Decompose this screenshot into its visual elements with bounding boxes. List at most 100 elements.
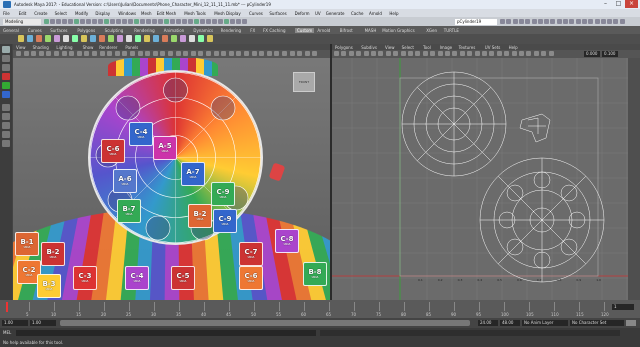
status-tool-icon[interactable] (200, 19, 205, 24)
shelf-tab-surfaces[interactable]: Surfaces (50, 28, 67, 33)
viewport-toolbar-icon[interactable] (152, 51, 158, 56)
shelf-tool-icon[interactable] (18, 35, 24, 42)
status-tool-icon[interactable] (146, 19, 151, 24)
uv-toolbar-icon[interactable] (378, 51, 384, 56)
uv-toolbar-icon[interactable] (437, 51, 443, 56)
viewport-toolbar-icon[interactable] (282, 51, 287, 56)
shelf-tool-icon[interactable] (180, 35, 186, 42)
playback-start-field[interactable]: 1.00 (30, 319, 56, 326)
viewport-toolbar-icon[interactable] (122, 51, 128, 56)
viewport-toolbar-icon[interactable] (107, 51, 113, 56)
viewport-toolbar-icon[interactable] (31, 51, 37, 56)
menu-mesh-display[interactable]: Mesh Display (214, 11, 241, 16)
viewport-toolbar-icon[interactable] (16, 51, 21, 56)
viewport-toolbar-icon[interactable] (54, 51, 59, 56)
uv-toolbar-icon[interactable] (526, 51, 532, 56)
status-tool-icon[interactable] (134, 19, 139, 24)
uv-toolbar-icon[interactable] (511, 51, 517, 56)
status-tool-icon[interactable] (56, 19, 61, 24)
uv-toolbar-icon[interactable] (341, 51, 347, 56)
uv-toolbar-icon[interactable] (482, 51, 487, 56)
shelf-tool-icon[interactable] (117, 35, 123, 42)
prefs-icon[interactable] (626, 319, 636, 326)
viewport-toolbar-icon[interactable] (99, 51, 105, 56)
menu-uv[interactable]: UV (315, 11, 321, 16)
uv-toolbar-icon[interactable] (459, 51, 465, 56)
status-tool-icon[interactable] (212, 19, 217, 24)
uv-toolbar-icon[interactable] (415, 51, 421, 56)
paint-select-icon[interactable] (2, 64, 10, 71)
shelf-tool-icon[interactable] (126, 35, 132, 42)
status-tool-icon[interactable] (116, 19, 121, 24)
viewport-toolbar-icon[interactable] (137, 51, 143, 56)
viewport-toolbar-icon[interactable] (160, 51, 166, 56)
menu-cache[interactable]: Cache (351, 11, 363, 16)
shelf-tab-curves[interactable]: Curves (28, 28, 42, 33)
layout-single-icon[interactable] (2, 104, 10, 111)
uv-toolbar-icon[interactable] (533, 51, 539, 56)
uv-toolbar-icon[interactable] (430, 51, 436, 56)
shelf-tool-icon[interactable] (144, 35, 150, 42)
viewport-toolbar-icon[interactable] (145, 51, 151, 56)
viewport-toolbar-icon[interactable] (304, 51, 310, 56)
scale-tool-icon[interactable] (2, 91, 10, 98)
uv-toolbar-icon[interactable] (541, 51, 547, 56)
viewport-toolbar-icon[interactable] (76, 51, 82, 56)
layout-graph-icon[interactable] (2, 140, 10, 147)
status-tool-icon[interactable] (152, 19, 157, 24)
shelf-tab-motion-graphics[interactable]: Motion Graphics (382, 28, 415, 33)
menu-windows[interactable]: Windows (118, 11, 136, 16)
menu-surfaces[interactable]: Surfaces (269, 11, 286, 16)
perspective-viewport[interactable]: FRONT C-6 UCA C-4 UCA C-9 UCA A-6 UCA A-5 UCA A-7 U… (13, 44, 330, 300)
status-tool-icon[interactable] (44, 19, 49, 24)
viewport-toolbar-icon[interactable] (23, 51, 29, 56)
status-render-icon[interactable] (600, 19, 606, 24)
viewport-toolbar-icon[interactable] (183, 51, 189, 56)
status-render-icon[interactable] (569, 19, 575, 24)
shelf-tool-icon[interactable] (36, 35, 42, 42)
rotate-tool-icon[interactable] (2, 82, 10, 89)
shelf-tool-icon[interactable] (189, 35, 195, 42)
shelf-tab-fx[interactable]: FX (250, 28, 255, 33)
status-tool-icon[interactable] (194, 19, 199, 24)
layout-two-icon[interactable] (2, 122, 10, 129)
lasso-tool-icon[interactable] (2, 55, 10, 62)
menu-mesh-tools[interactable]: Mesh Tools (184, 11, 206, 16)
character-set-dropdown[interactable]: No Character Set (570, 319, 624, 326)
status-render-icon[interactable] (556, 19, 562, 24)
status-render-icon[interactable] (607, 19, 613, 24)
status-tool-icon[interactable] (218, 19, 223, 24)
status-tool-icon[interactable] (164, 19, 169, 24)
uv-editor-panel[interactable]: 0.1 0.2 0.3 0.4 0.5 0.6 0.7 0.8 0.9 1.0 (332, 44, 640, 300)
menu-modify[interactable]: Modify (75, 11, 88, 16)
shelf-tool-icon[interactable] (90, 35, 96, 42)
menu-set-dropdown[interactable]: Modeling (3, 18, 41, 25)
shelf-tab-arnold[interactable]: Arnold (317, 28, 330, 33)
menu-generate[interactable]: Generate (326, 11, 345, 16)
uv-toolbar-icon[interactable] (363, 51, 369, 56)
status-tool-icon[interactable] (158, 19, 163, 24)
uv-toolbar-icon[interactable] (489, 51, 495, 56)
menu-edit-mesh[interactable]: Edit Mesh (157, 11, 177, 16)
shelf-tab-dynamics[interactable]: Dynamics (193, 28, 213, 33)
status-tool-icon[interactable] (86, 19, 91, 24)
menu-create[interactable]: Create (34, 11, 47, 16)
viewport-toolbar-icon[interactable] (213, 51, 219, 56)
shelf-tab-mash[interactable]: MASH (365, 28, 377, 33)
status-render-icon[interactable] (500, 19, 505, 24)
status-render-icon[interactable] (518, 19, 524, 24)
status-tool-icon[interactable] (206, 19, 211, 24)
shelf-tool-icon[interactable] (135, 35, 141, 42)
status-tool-icon[interactable] (224, 19, 229, 24)
menu-file[interactable]: File (3, 11, 10, 16)
uv-toolbar-icon[interactable] (422, 51, 428, 56)
anim-layer-dropdown[interactable]: No Anim Layer (522, 319, 568, 326)
status-tool-icon[interactable] (176, 19, 181, 24)
viewport-toolbar-icon[interactable] (221, 51, 227, 56)
viewport-toolbar-icon[interactable] (92, 51, 97, 56)
status-render-icon[interactable] (613, 19, 619, 24)
shelf-tool-icon[interactable] (81, 35, 87, 42)
status-render-icon[interactable] (575, 19, 581, 24)
viewport-toolbar-icon[interactable] (259, 51, 265, 56)
uv-field-u[interactable]: 0.000 (584, 51, 600, 57)
